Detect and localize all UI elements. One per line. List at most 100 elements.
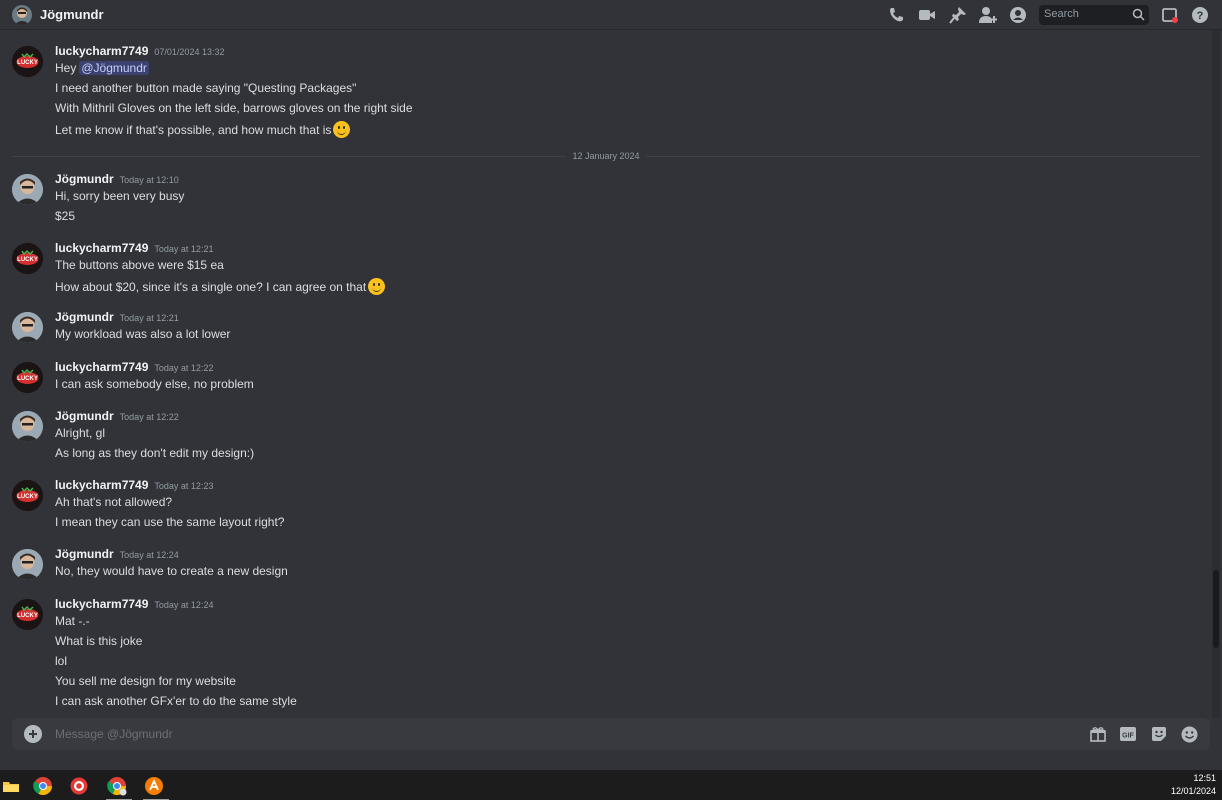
add-friend-icon[interactable] [978,5,998,25]
author-avatar[interactable] [12,549,43,580]
message-meta: Jögmundr Today at 12:10 [55,172,179,186]
author-name[interactable]: luckycharm7749 [55,360,148,374]
message-text: How about $20, since it's a single one? … [55,278,386,295]
message-line: Let me know if that's possible, and how … [55,122,332,137]
message-timestamp: Today at 12:22 [119,412,179,422]
help-icon[interactable]: ? [1190,5,1210,25]
message-timestamp: Today at 12:22 [154,363,214,373]
author-avatar[interactable]: LUCKY [12,362,43,393]
composer-footer [0,750,1222,770]
sticker-icon[interactable] [1150,725,1168,743]
emoji-icon[interactable] [1180,725,1198,743]
os-taskbar: 12:51 12/01/2024 [0,770,1222,800]
app-icon-orange[interactable] [143,775,169,800]
file-explorer-icon[interactable] [0,775,22,797]
date-divider-label: 12 January 2024 [566,151,646,161]
author-name[interactable]: luckycharm7749 [55,478,148,492]
svg-text:LUCKY: LUCKY [17,613,38,619]
svg-text:?: ? [1197,10,1204,22]
message-timestamp: Today at 12:24 [154,600,214,610]
message-meta: Jögmundr Today at 12:21 [55,310,179,324]
message-meta: luckycharm7749 Today at 12:21 [55,241,213,255]
message-text: Alright, gl [55,426,106,440]
message-text: Ah that's not allowed? [55,495,173,509]
app-icon-red[interactable] [68,775,90,797]
user-mention[interactable]: @Jögmundr [79,61,149,75]
message-text: No, they would have to create a new desi… [55,564,288,578]
message-text: I can ask another GFx'er to do the same … [55,694,297,708]
svg-text:LUCKY: LUCKY [17,257,38,263]
author-avatar[interactable]: LUCKY [12,480,43,511]
system-clock[interactable]: 12:51 12/01/2024 [1171,772,1216,798]
search-icon [1132,8,1145,26]
gif-icon[interactable]: GIF [1119,725,1137,743]
message-meta: Jögmundr Today at 12:22 [55,409,179,423]
clock-time: 12:51 [1193,773,1216,783]
chrome-icon[interactable] [32,775,54,797]
message-text: I need another button made saying "Quest… [55,81,357,95]
author-avatar[interactable] [12,312,43,343]
message-input[interactable]: Message @Jögmundr [55,727,173,741]
chrome-profile-icon[interactable] [106,775,132,800]
message-meta: luckycharm7749 Today at 12:23 [55,478,213,492]
message-text: You sell me design for my website [55,674,236,688]
author-avatar[interactable] [12,174,43,205]
message-list[interactable]: LUCKY luckycharm7749 07/01/2024 13:32 He… [0,30,1212,718]
date-divider: 12 January 2024 [12,151,1200,161]
svg-text:GIF: GIF [1122,733,1134,740]
message-text: The buttons above were $15 ea [55,258,224,272]
svg-text:LUCKY: LUCKY [17,60,38,66]
slight-smile-emoji-icon[interactable] [333,121,351,138]
message-meta: luckycharm7749 Today at 12:24 [55,597,213,611]
dm-header: Jögmundr Search ? [0,0,1222,30]
author-avatar[interactable]: LUCKY [12,243,43,274]
author-name[interactable]: Jögmundr [55,310,114,324]
svg-text:LUCKY: LUCKY [17,376,38,382]
video-call-icon[interactable] [917,5,937,25]
dm-title: Jögmundr [40,7,104,22]
gift-icon[interactable] [1089,725,1107,743]
message-text: I mean they can use the same layout righ… [55,515,285,529]
author-name[interactable]: Jögmundr [55,409,114,423]
message-meta: Jögmundr Today at 12:24 [55,547,179,561]
message-meta: luckycharm7749 Today at 12:22 [55,360,213,374]
message-timestamp: Today at 12:21 [119,313,179,323]
clock-date: 12/01/2024 [1170,786,1216,796]
message-scrollbar[interactable] [1212,30,1220,718]
message-text: Hey @Jögmundr [55,61,149,75]
author-name[interactable]: Jögmundr [55,547,114,561]
author-name[interactable]: luckycharm7749 [55,44,148,58]
message-timestamp: 07/01/2024 13:32 [154,47,225,57]
message-text: What is this joke [55,634,143,648]
inbox-icon[interactable] [1160,5,1180,25]
message-text: As long as they don't edit my design:) [55,446,255,460]
message-text: Let me know if that's possible, and how … [55,121,351,138]
message-text: Mat -.- [55,614,90,628]
author-avatar[interactable]: LUCKY [12,599,43,630]
message-text: With Mithril Gloves on the left side, ba… [55,101,413,115]
message-text: lol [55,654,68,668]
search-input[interactable]: Search [1039,5,1149,25]
user-profile-icon[interactable] [1008,5,1028,25]
recipient-avatar[interactable] [12,5,32,25]
slight-smile-emoji-icon[interactable] [368,278,386,295]
message-meta: luckycharm7749 07/01/2024 13:32 [55,44,224,58]
author-name[interactable]: Jögmundr [55,172,114,186]
pin-icon[interactable] [948,5,968,25]
author-avatar[interactable] [12,411,43,442]
message-text: My workload was also a lot lower [55,327,231,341]
voice-call-icon[interactable] [886,5,906,25]
message-line: How about $20, since it's a single one? … [55,279,367,294]
message-timestamp: Today at 12:24 [119,550,179,560]
search-placeholder: Search [1044,8,1079,20]
message-text: Hi, sorry been very busy [55,189,185,203]
author-avatar[interactable]: LUCKY [12,46,43,77]
author-name[interactable]: luckycharm7749 [55,241,148,255]
author-name[interactable]: luckycharm7749 [55,597,148,611]
message-text: I can ask somebody else, no problem [55,377,254,391]
scrollbar-thumb[interactable] [1213,570,1219,648]
message-timestamp: Today at 12:21 [154,244,214,254]
message-timestamp: Today at 12:10 [119,175,179,185]
message-composer[interactable]: Message @Jögmundr GIF [12,718,1210,750]
add-attachment-icon[interactable] [24,725,42,743]
